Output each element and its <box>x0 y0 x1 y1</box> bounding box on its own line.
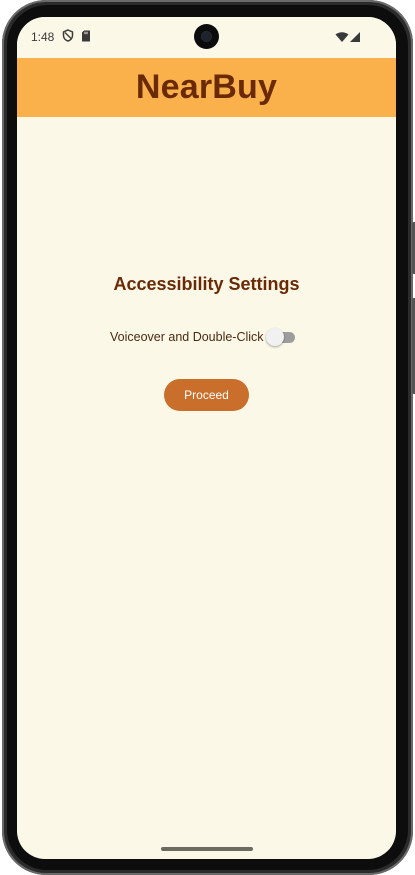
voiceover-setting-row: Voiceover and Double-Click <box>110 326 296 348</box>
wifi-icon <box>335 30 349 48</box>
proceed-button[interactable]: Proceed <box>164 379 249 411</box>
screen: 1:48 NearBuy Accessibility Settings Voic… <box>17 17 396 859</box>
front-camera <box>194 24 219 49</box>
sd-card-icon <box>81 29 91 47</box>
accessibility-settings-heading: Accessibility Settings <box>113 274 300 294</box>
toggle-thumb <box>265 328 284 346</box>
home-indicator[interactable] <box>161 847 253 851</box>
status-bar: 1:48 <box>17 17 396 58</box>
voiceover-toggle[interactable] <box>265 327 296 347</box>
app-bar: NearBuy <box>17 58 396 117</box>
camera-lens <box>202 32 211 41</box>
voiceover-label: Voiceover and Double-Click <box>110 330 264 344</box>
cellular-signal-icon <box>349 30 361 48</box>
app-title: NearBuy <box>135 68 278 106</box>
status-time: 1:48 <box>31 30 55 44</box>
shield-icon <box>62 29 74 47</box>
